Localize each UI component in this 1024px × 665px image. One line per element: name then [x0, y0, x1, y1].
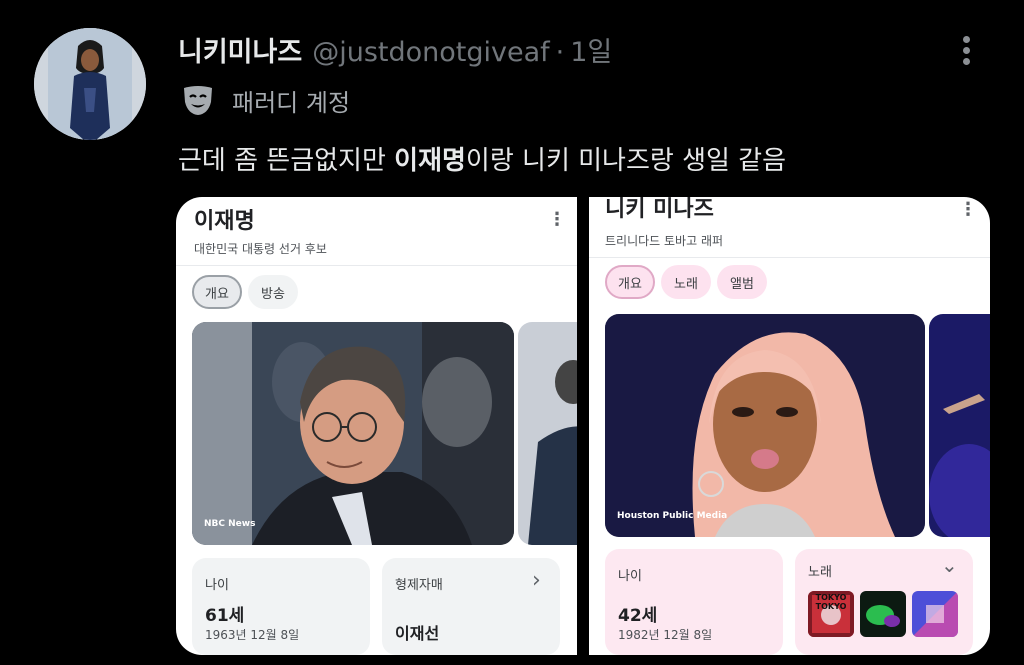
- parody-account-badge: 패러디 계정: [180, 82, 350, 118]
- kp-title: 이재명: [194, 209, 255, 234]
- secondary-photo: [518, 322, 577, 545]
- chevron-down-icon: ⌄: [941, 553, 958, 577]
- photo-credit: NBC News: [204, 519, 256, 529]
- display-name[interactable]: 니키미나즈: [178, 37, 302, 68]
- tweet-text-part-2: 이랑 니키 미나즈랑 생일 같음: [465, 146, 787, 176]
- tab-overview: 개요: [605, 265, 655, 299]
- photo-credit: Houston Public Media: [617, 511, 728, 521]
- songs-card: 노래 ⌄ TOKYO TOKYO: [795, 549, 973, 655]
- tweet-author-line: 니키미나즈 @justdonotgiveaf · 1일: [178, 30, 612, 69]
- tweet-image-left[interactable]: 이재명 대한민국 대통령 선거 후보 ⋮ 개요 방송 NBC News 나이 6…: [176, 197, 577, 655]
- tweet-text-bold: 이재명: [394, 146, 466, 176]
- more-options-icon[interactable]: [950, 32, 982, 72]
- birth-date: 1963년 12월 8일: [205, 628, 300, 642]
- age-card: 나이 61세 1963년 12월 8일: [192, 558, 370, 655]
- tweet-text-part-1: 근데 좀 뜬금없지만: [178, 146, 395, 176]
- age-value: 42세: [618, 606, 658, 626]
- tab-overview: 개요: [192, 275, 242, 309]
- sibling-name: 이재선: [395, 624, 440, 643]
- siblings-label: 형제자매: [395, 578, 443, 593]
- age-label: 나이: [205, 578, 229, 593]
- tab-albums: 앨범: [717, 265, 767, 299]
- tweet-image-right[interactable]: 니키 미나즈 트리니다드 토바고 래퍼 ⋮ 개요 노래 앨범 Houston P…: [589, 197, 990, 655]
- secondary-photo: [929, 314, 990, 537]
- birth-date: 1982년 12월 8일: [618, 628, 713, 642]
- avatar[interactable]: [34, 28, 146, 140]
- chevron-right-icon: ›: [532, 568, 541, 593]
- kp-more-icon: ⋮: [548, 209, 566, 230]
- song-thumbnail: TOKYO TOKYO: [808, 591, 854, 637]
- siblings-card: 형제자매 › 이재선: [382, 558, 560, 655]
- tab-broadcast: 방송: [248, 275, 298, 309]
- divider: [589, 257, 990, 258]
- user-handle[interactable]: @justdonotgiveaf: [312, 37, 549, 68]
- age-label: 나이: [618, 569, 642, 584]
- theater-mask-icon: [184, 86, 212, 115]
- age-card: 나이 42세 1982년 12월 8일: [605, 549, 783, 655]
- divider: [176, 265, 577, 266]
- kp-more-icon: ⋮: [959, 199, 977, 220]
- tweet-timestamp[interactable]: 1일: [570, 37, 612, 68]
- parody-badge-label: 패러디 계정: [232, 88, 351, 117]
- main-photo: NBC News: [192, 322, 514, 545]
- kp-subtitle: 트리니다드 토바고 래퍼: [605, 234, 724, 248]
- tab-songs: 노래: [661, 265, 711, 299]
- separator-dot: ·: [555, 37, 565, 68]
- age-value: 61세: [205, 606, 245, 626]
- kp-subtitle: 대한민국 대통령 선거 후보: [194, 242, 327, 256]
- songs-label: 노래: [808, 565, 832, 580]
- main-photo: Houston Public Media: [605, 314, 925, 537]
- song-thumbnail: [860, 591, 906, 637]
- song-thumbnail-text: TOKYO TOKYO: [815, 593, 847, 611]
- kp-title: 니키 미나즈: [605, 197, 714, 222]
- song-thumbnail: [912, 591, 958, 637]
- tweet-text: 근데 좀 뜬금없지만 이재명이랑 니키 미나즈랑 생일 같음: [178, 140, 786, 177]
